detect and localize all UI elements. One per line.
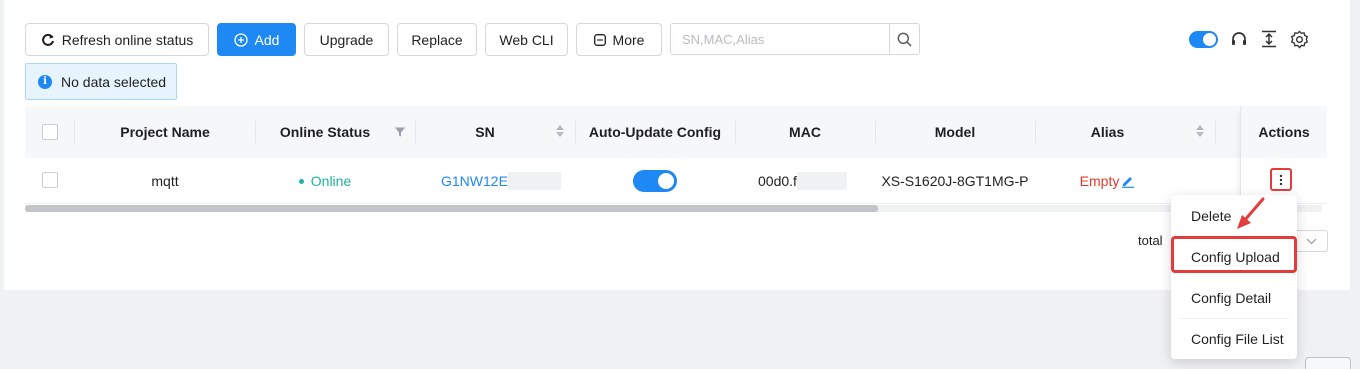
mac-redacted [796,172,847,190]
scrollbar-thumb[interactable] [25,205,878,212]
table-header: Project Name Online Status SN Auto-Updat… [25,106,1327,158]
toolbar-toggle[interactable] [1188,28,1218,50]
sn-redacted [507,172,561,190]
alias-text: Empty [1079,173,1120,189]
table-row[interactable]: mqtt Online G1NW12E 00d0.f XS-S1620J-8GT… [25,158,1327,204]
headset-button[interactable] [1229,28,1249,50]
online-status-text: Online [310,173,352,189]
arrow-icon [1237,197,1265,229]
alert-text: No data selected [61,73,167,90]
page-size-select[interactable] [1296,230,1328,252]
auto-update-toggle[interactable] [633,170,677,192]
settings-button[interactable] [1288,28,1310,50]
headset-icon [1232,32,1246,45]
highlight-box [1171,236,1297,273]
replace-label: Replace [411,31,463,48]
toggle-switch-small [1188,30,1218,48]
web-cli-label: Web CLI [499,31,554,48]
add-label: Add [254,31,280,48]
cell-auto-update [575,158,735,204]
filter-icon[interactable] [394,126,406,138]
upgrade-button[interactable]: Upgrade [304,23,389,56]
refresh-label: Refresh online status [61,31,194,48]
kebab-icon [1279,174,1283,185]
cell-sn: G1NW12E [441,158,561,204]
search-icon [897,32,912,47]
column-header-alias: Alias [1090,124,1125,140]
selection-alert: i No data selected [25,63,177,100]
menu-item-config-file-list[interactable]: Config File List [1171,318,1297,359]
sort-icon[interactable] [555,124,565,138]
chevron-down-icon [1306,238,1317,244]
add-button[interactable]: Add [217,23,296,56]
replace-button[interactable]: Replace [397,23,477,56]
gear-icon [1290,29,1308,49]
column-header-mac: MAC [789,124,821,140]
row-checkbox[interactable] [42,172,58,188]
column-divider [1215,121,1216,143]
column-header-auto-update: Auto-Update Config [588,124,722,140]
edit-pencil-icon[interactable] [1121,174,1135,188]
more-square-icon [593,33,606,46]
cell-model: XS-S1620J-8GT1MG-P [881,173,1029,189]
more-label: More [612,31,645,48]
pagination-total: total [1138,233,1163,248]
menu-item-config-detail[interactable]: Config Detail [1171,277,1297,318]
column-header-project-name: Project Name [120,124,210,140]
upgrade-label: Upgrade [319,31,374,48]
search-button[interactable] [889,24,919,54]
column-header-sn: SN [475,124,495,140]
cell-project-name: mqtt [151,173,179,189]
refresh-online-status-button[interactable]: Refresh online status [25,23,209,56]
refresh-icon [41,33,54,46]
align-icon [1262,30,1276,48]
search-box [670,23,920,55]
corner-widget[interactable] [1305,357,1351,369]
horizontal-scrollbar[interactable] [25,205,1322,212]
sort-icon[interactable] [1195,124,1205,138]
column-header-online-status: Online Status [279,124,371,140]
row-actions-kebab-button[interactable] [1270,168,1292,191]
web-cli-button[interactable]: Web CLI [485,23,568,56]
more-button[interactable]: More [576,23,662,56]
info-icon: i [38,74,52,89]
plus-circle-icon [233,32,248,47]
column-header-model: Model [934,124,976,140]
sn-link[interactable]: G1NW12E [441,173,508,189]
cell-mac: 00d0.f [758,158,868,204]
cell-online-status: Online [255,158,415,204]
search-input[interactable] [671,24,889,54]
online-dot-icon [298,178,304,184]
select-all-checkbox[interactable] [42,124,58,140]
mac-text: 00d0.f [758,173,797,189]
column-height-button[interactable] [1259,28,1279,50]
